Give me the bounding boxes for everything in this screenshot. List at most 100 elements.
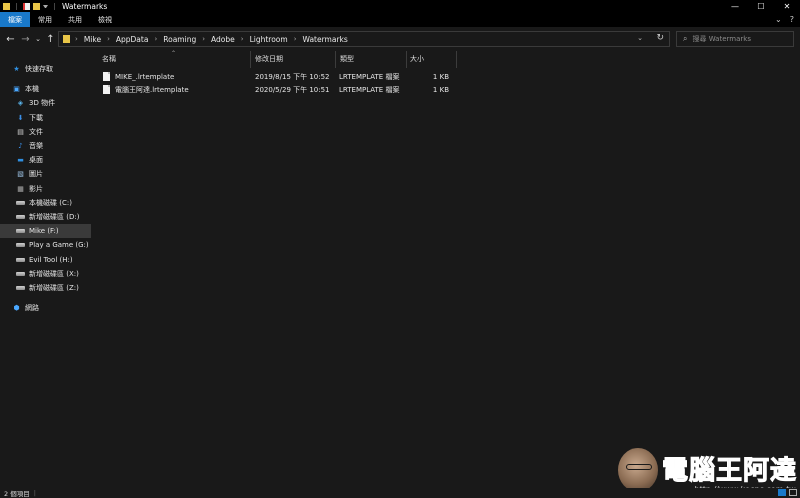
sidebar-item-label: 新增磁碟區 (X:): [29, 269, 79, 278]
star-icon: ★: [13, 65, 20, 73]
drive-icon: [16, 286, 25, 290]
sidebar-item-label: 新增磁碟區 (Z:): [29, 284, 79, 292]
sidebar-item[interactable]: ▣ 本機: [0, 82, 91, 96]
sidebar-item[interactable]: 新增磁碟區 (D:): [0, 210, 91, 224]
sidebar-item-label: 下載: [29, 113, 43, 122]
column-header-name[interactable]: 名稱 ⌃: [91, 50, 251, 67]
breadcrumb-watermarks[interactable]: Watermarks: [303, 35, 348, 44]
video-icon: ▦: [17, 184, 24, 193]
sidebar-item-label: Evil Tool (H:): [29, 255, 73, 264]
breadcrumb-appdata[interactable]: AppData: [116, 35, 149, 44]
table-row[interactable]: 電腦王阿達.lrtemplate 2020/5/29 下午 10:51 LRTE…: [91, 83, 800, 96]
file-name: MIKE_.lrtemplate: [115, 72, 175, 81]
file-name-cell: MIKE_.lrtemplate: [103, 70, 174, 83]
up-arrow-icon[interactable]: ↑: [43, 34, 58, 45]
view-toggle: [778, 489, 797, 496]
breadcrumb-separator-icon: ›: [240, 35, 244, 43]
maximize-button[interactable]: ☐: [748, 0, 774, 12]
download-icon: ⬇: [17, 113, 24, 122]
table-row[interactable]: MIKE_.lrtemplate 2019/8/15 下午 10:52 LRTE…: [91, 70, 800, 83]
drive-icon: [16, 271, 25, 276]
address-bar[interactable]: › Mike › AppData › Roaming › Adobe › Lig…: [58, 31, 670, 47]
folder-icon[interactable]: [3, 2, 10, 10]
pictures-icon: ▧: [17, 170, 24, 179]
window-title: Watermarks: [62, 1, 108, 11]
sidebar-item[interactable]: ▤ 文件: [0, 125, 91, 139]
sidebar-item[interactable]: 本機磁碟 (C:): [0, 196, 91, 210]
sidebar-item[interactable]: Mike (F:): [0, 224, 91, 239]
column-header-modified-label: 修改日期: [255, 55, 283, 63]
drive-icon: [16, 243, 25, 248]
sidebar-item-label: 本機磁碟 (C:): [29, 198, 72, 207]
sidebar-item[interactable]: ★ 快速存取: [0, 62, 91, 76]
column-header-type[interactable]: 類型: [336, 51, 406, 67]
sidebar-item[interactable]: ▦ 影片: [0, 182, 91, 196]
divider: [16, 2, 17, 10]
sidebar-item-label: 文件: [29, 127, 43, 136]
tab-file[interactable]: 檔案: [0, 12, 30, 27]
sidebar-item[interactable]: ▬ 桌面: [0, 153, 91, 167]
sidebar-item-label: 桌面: [29, 156, 43, 165]
tab-share[interactable]: 共用: [60, 12, 90, 27]
tab-view[interactable]: 檢視: [90, 12, 120, 27]
help-icon[interactable]: ?: [790, 15, 794, 24]
sidebar-item-label: 網路: [25, 304, 39, 313]
item-count: 2 個項目: [4, 490, 30, 498]
customize-toolbar-icon[interactable]: [43, 4, 48, 8]
sidebar-item-label: 影片: [29, 184, 43, 193]
sidebar-item[interactable]: 新增磁碟區 (Z:): [0, 281, 91, 295]
search-placeholder: 搜尋 Watermarks: [692, 35, 751, 43]
sidebar-item[interactable]: 新增磁碟區 (X:): [0, 267, 91, 281]
forward-arrow-icon[interactable]: →: [18, 34, 33, 45]
sidebar-item[interactable]: ⬢ 網路: [0, 301, 91, 315]
sidebar-item[interactable]: Evil Tool (H:): [0, 253, 91, 267]
column-header-size-label: 大小: [410, 55, 424, 63]
column-divider[interactable]: [456, 51, 457, 68]
ribbon-tabs: 檔案 常用 共用 檢視 ⌄ ?: [0, 12, 800, 27]
breadcrumb-mike[interactable]: Mike: [84, 35, 101, 44]
quick-access-toolbar: [0, 2, 58, 10]
music-icon: ♪: [18, 142, 23, 150]
sidebar-item[interactable]: Play a Game (G:): [0, 238, 91, 252]
minimize-button[interactable]: —: [722, 0, 748, 12]
details-view-icon[interactable]: [778, 489, 786, 496]
expand-ribbon-icon[interactable]: ⌄: [775, 15, 782, 24]
search-box[interactable]: ⌕ 搜尋 Watermarks: [676, 31, 794, 47]
file-modified: 2020/5/29 下午 10:51: [255, 85, 330, 94]
navigation-pane: ★ 快速存取 ▣ 本機 ◈ 3D 物件 ⬇ 下載 ▤ 文件 ♪ 音樂 ▬ 桌面 ▧ 圖片 ▦ 影片本機磁碟 (C:…: [0, 51, 91, 488]
sidebar-item[interactable]: ◈ 3D 物件: [0, 96, 91, 110]
watermark-text: 電腦王阿達: [661, 456, 798, 487]
file-type: LRTEMPLATE 檔案: [339, 72, 400, 81]
new-folder-icon[interactable]: [33, 2, 40, 10]
refresh-icon[interactable]: ↻: [656, 33, 664, 43]
divider: [54, 2, 55, 10]
sidebar-item[interactable]: ♪ 音樂: [0, 139, 91, 153]
file-name-cell: 電腦王阿達.lrtemplate: [103, 83, 189, 96]
address-dropdown-chevron-icon[interactable]: ⌄: [637, 34, 643, 42]
glasses-icon: [626, 464, 652, 470]
file-icon: [103, 85, 110, 94]
network-icon: ⬢: [13, 304, 20, 313]
back-arrow-icon[interactable]: ←: [3, 34, 18, 45]
drive-icon: [16, 215, 25, 219]
sidebar-item[interactable]: ⬇ 下載: [0, 111, 91, 125]
breadcrumb-lightroom[interactable]: Lightroom: [250, 35, 288, 44]
column-header-size[interactable]: 大小: [407, 51, 457, 67]
column-header-name-label: 名稱: [102, 55, 116, 63]
sort-ascending-icon: ⌃: [171, 50, 177, 57]
column-header-modified[interactable]: 修改日期: [251, 51, 336, 67]
tab-home[interactable]: 常用: [30, 12, 60, 27]
large-icons-view-icon[interactable]: [789, 489, 797, 496]
sidebar-item-label: 音樂: [29, 142, 43, 150]
properties-icon[interactable]: [23, 2, 30, 10]
close-button[interactable]: ✕: [774, 0, 800, 12]
breadcrumb-roaming[interactable]: Roaming: [163, 35, 196, 44]
breadcrumb-adobe[interactable]: Adobe: [211, 35, 235, 44]
breadcrumb-separator-icon: ›: [154, 35, 158, 43]
file-list: 名稱 ⌃ 修改日期 類型 大小 MIKE_.lrtemplate 2019/8/…: [91, 50, 800, 488]
sidebar-item[interactable]: ▧ 圖片: [0, 167, 91, 181]
desktop-icon: ▬: [17, 156, 24, 165]
file-size: 1 KB: [432, 85, 449, 94]
title-bar: Watermarks — ☐ ✕: [0, 0, 800, 12]
recent-locations-chevron-icon[interactable]: ⌄: [33, 35, 43, 43]
